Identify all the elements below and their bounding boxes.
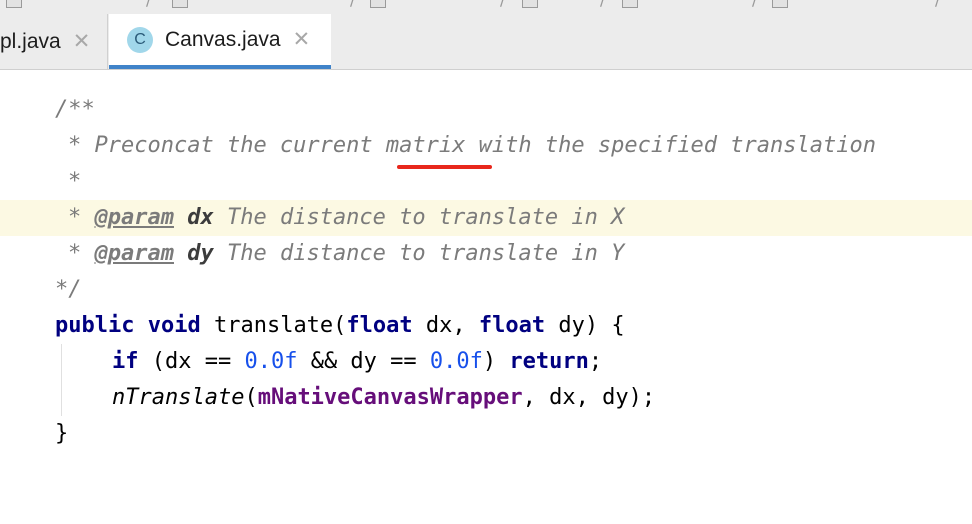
tab-label: Canvas.java <box>165 27 281 51</box>
comment-text: */ <box>55 277 82 302</box>
comment-text: * <box>68 169 82 194</box>
comment-text: /** <box>55 97 95 122</box>
code-line-5: * @param dy The distance to translate in… <box>0 236 972 272</box>
param-name: dy <box>187 241 214 266</box>
code-line-1: /** <box>0 92 972 128</box>
tab-label: pl.java <box>0 29 61 53</box>
code-line-9: nTranslate(mNativeCanvasWrapper, dx, dy)… <box>0 380 972 416</box>
param-tag: @param <box>94 205 174 230</box>
close-icon[interactable]: ✕ <box>293 27 311 52</box>
tab-impl-java[interactable]: pl.java ✕ <box>0 14 108 69</box>
param-name: dx <box>187 205 214 230</box>
folder-icon <box>370 0 386 8</box>
breadcrumb-separator: / <box>752 0 757 9</box>
code-line-10: } <box>0 416 972 452</box>
javadoc-param: * @param dx The distance to translate in… <box>68 205 625 230</box>
code-line-8: if (dx == 0.0f && dy == 0.0f) return; <box>0 344 972 380</box>
code-line-7: public void translate(float dx, float dy… <box>0 308 972 344</box>
breadcrumb-separator: / <box>350 0 355 9</box>
code-line-4-current: * @param dx The distance to translate in… <box>0 200 972 236</box>
method-signature: public void translate(float dx, float dy… <box>55 313 625 338</box>
param-tag: @param <box>94 241 174 266</box>
folder-icon <box>6 0 22 8</box>
indent-guide <box>61 344 62 416</box>
breadcrumb-separator: / <box>146 0 151 9</box>
close-icon[interactable]: ✕ <box>73 29 91 54</box>
code-line-6: */ <box>0 272 972 308</box>
java-class-icon: C <box>127 26 153 53</box>
folder-icon <box>622 0 638 8</box>
breadcrumb-separator: / <box>600 0 605 9</box>
closing-brace: } <box>55 421 69 446</box>
folder-icon <box>522 0 538 8</box>
folder-icon <box>772 0 788 8</box>
editor-tab-bar: pl.java ✕ C Canvas.java ✕ <box>0 14 972 70</box>
breadcrumb-separator: / <box>935 0 940 9</box>
spellcheck-underline <box>397 165 492 169</box>
folder-icon <box>172 0 188 8</box>
code-line-3: * <box>0 164 972 200</box>
comment-text: * Preconcat the current matrix with the … <box>68 133 876 158</box>
breadcrumb: / / / / / / <box>0 0 972 15</box>
misspelled-word: matrix <box>385 133 466 158</box>
tab-canvas-java[interactable]: C Canvas.java ✕ <box>109 14 331 69</box>
breadcrumb-separator: / <box>500 0 505 9</box>
javadoc-param: * @param dy The distance to translate in… <box>68 241 625 266</box>
method-call: nTranslate(mNativeCanvasWrapper, dx, dy)… <box>112 385 656 410</box>
code-line-2: * Preconcat the current matrix with the … <box>0 128 972 164</box>
if-statement: if (dx == 0.0f && dy == 0.0f) return; <box>112 349 603 374</box>
